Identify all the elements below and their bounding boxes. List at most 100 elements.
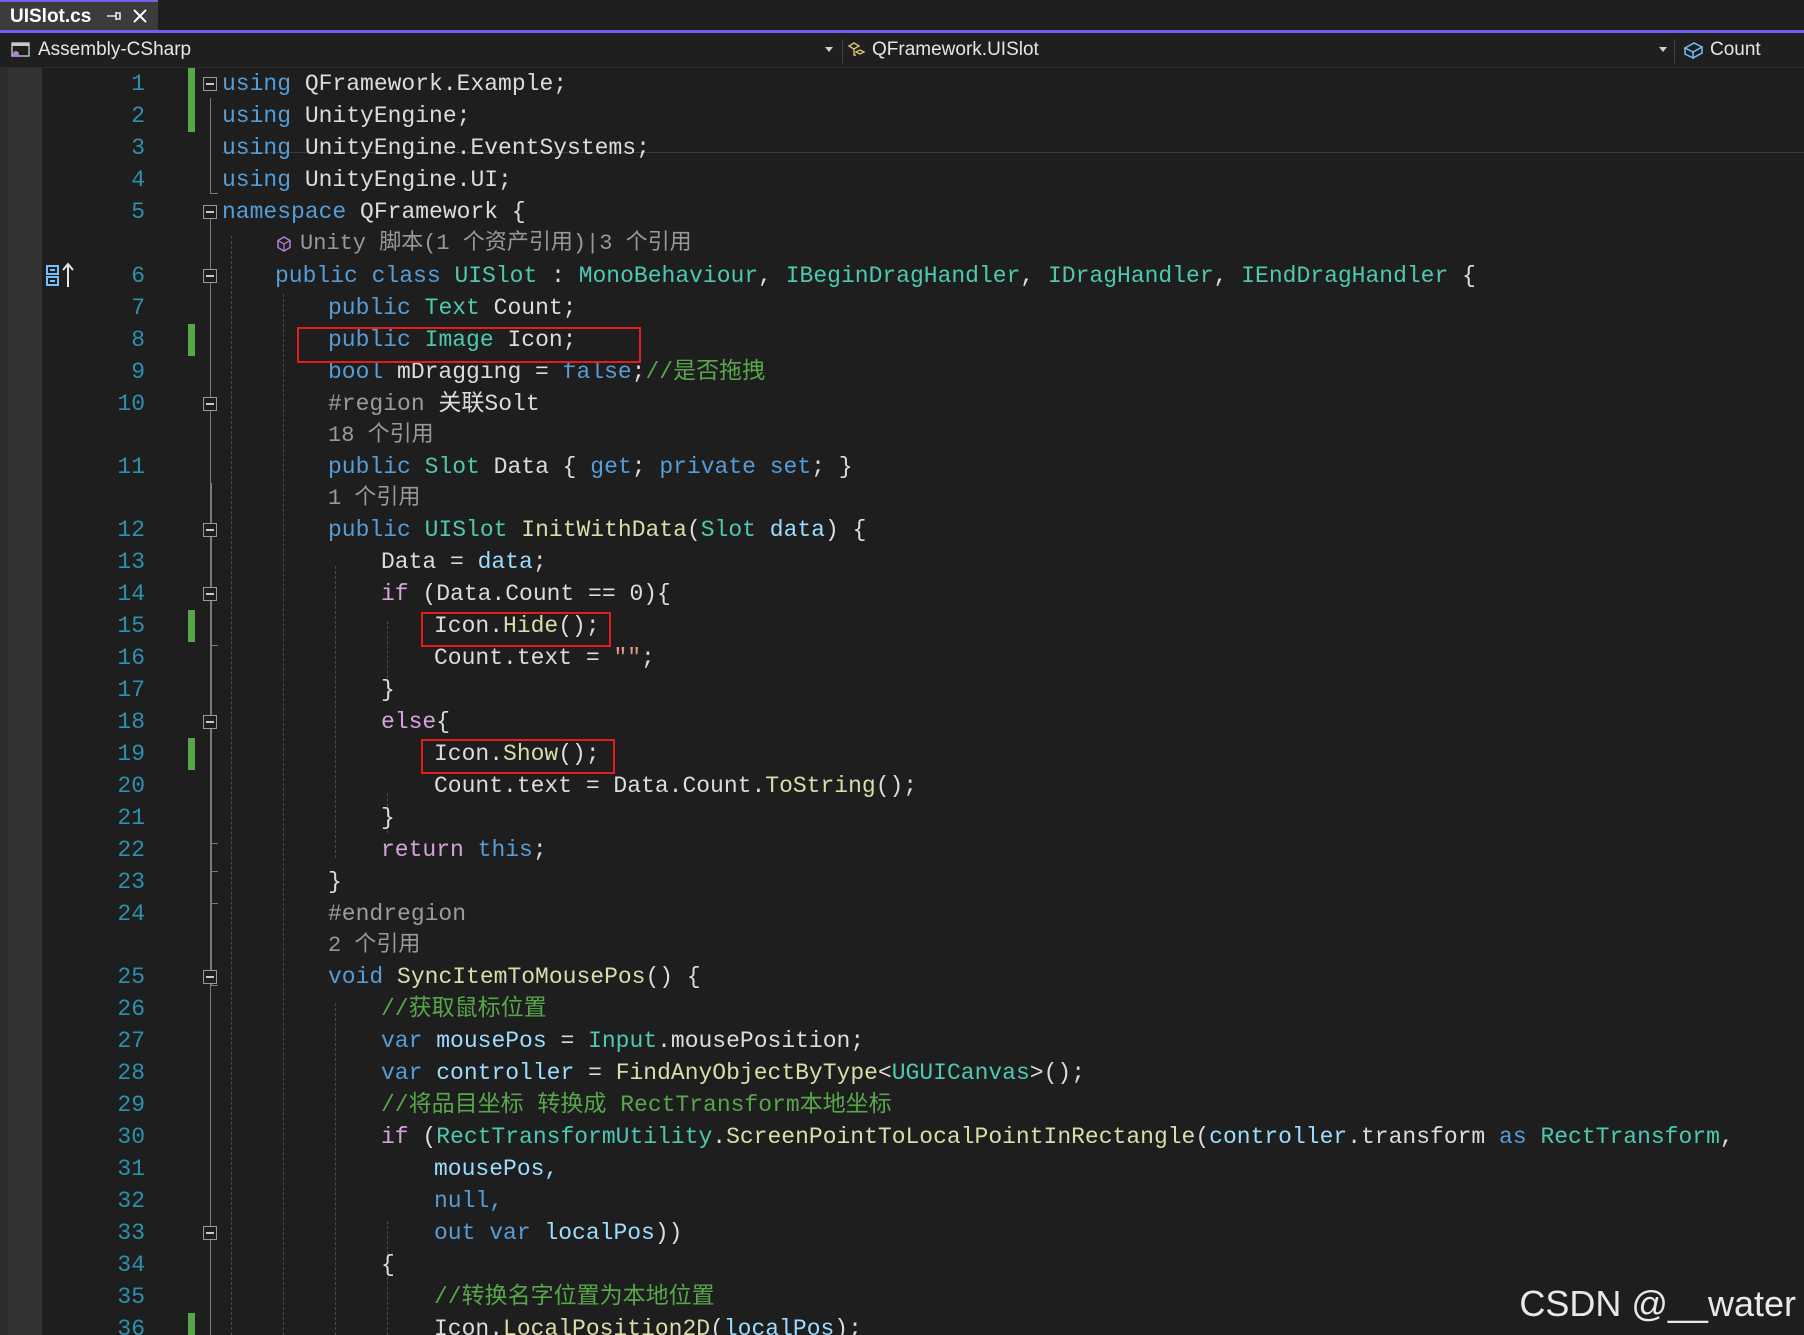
close-icon[interactable] bbox=[130, 6, 150, 26]
code-line[interactable]: 12 public UISlot InitWithData(Slot data)… bbox=[0, 514, 1804, 546]
code-text: public Slot Data { get; private set; } bbox=[328, 454, 853, 480]
code-text: public Text Count; bbox=[328, 295, 577, 321]
code-line[interactable]: 11 public Slot Data { get; private set; … bbox=[0, 451, 1804, 483]
type-label: QFramework.UISlot bbox=[872, 39, 1039, 60]
code-line[interactable]: 1 using QFramework.Example; bbox=[0, 68, 1804, 100]
code-line[interactable]: 18 else{ bbox=[0, 706, 1804, 738]
code-text: void SyncItemToMousePos() { bbox=[328, 964, 701, 990]
code-line[interactable]: 8 public Image Icon; bbox=[0, 324, 1804, 356]
code-line[interactable]: 32 null, bbox=[0, 1185, 1804, 1217]
highlight-box bbox=[297, 327, 641, 363]
code-text: using UnityEngine; bbox=[222, 103, 471, 129]
code-text: } bbox=[381, 677, 395, 703]
highlight-box bbox=[421, 612, 611, 647]
line-number: 11 bbox=[117, 454, 145, 480]
code-text: //将品目坐标 转换成 RectTransform本地坐标 bbox=[381, 1092, 892, 1118]
code-line[interactable]: 4 using UnityEngine.UI; bbox=[0, 164, 1804, 196]
code-line[interactable]: 14 if (Data.Count == 0){ bbox=[0, 578, 1804, 610]
line-number: 14 bbox=[117, 581, 145, 607]
pin-icon[interactable] bbox=[104, 7, 122, 25]
code-line[interactable]: 23 } bbox=[0, 866, 1804, 898]
code-text: var controller = FindAnyObjectByType<UGU… bbox=[381, 1060, 1085, 1086]
field-icon bbox=[1683, 42, 1704, 60]
project-dropdown[interactable]: Assembly-CSharp bbox=[8, 35, 838, 63]
code-text: using UnityEngine.UI; bbox=[222, 167, 512, 193]
collapse-icon[interactable] bbox=[203, 523, 217, 537]
collapse-icon[interactable] bbox=[203, 715, 217, 729]
code-text: if (Data.Count == 0){ bbox=[381, 581, 671, 607]
codelens-line[interactable]: 1 个引用 bbox=[0, 483, 1804, 514]
code-line[interactable]: 30 if (RectTransformUtility.ScreenPointT… bbox=[0, 1121, 1804, 1153]
code-line[interactable]: 28 var controller = FindAnyObjectByType<… bbox=[0, 1057, 1804, 1089]
code-line[interactable]: 17 } bbox=[0, 674, 1804, 706]
document-tab[interactable]: UISlot.cs bbox=[0, 0, 158, 31]
navigation-bar: Assembly-CSharp QFramework.UISlot Count bbox=[0, 33, 1804, 68]
type-dropdown[interactable]: QFramework.UISlot bbox=[846, 35, 1670, 63]
code-line[interactable]: 10 #region 关联Solt bbox=[0, 388, 1804, 420]
collapse-icon[interactable] bbox=[203, 77, 217, 91]
code-text: out var localPos)) bbox=[434, 1220, 683, 1246]
line-number: 1 bbox=[131, 71, 145, 97]
line-number: 28 bbox=[117, 1060, 145, 1086]
code-line[interactable]: 13 Data = data; bbox=[0, 546, 1804, 578]
collapse-icon[interactable] bbox=[203, 205, 217, 219]
code-line[interactable]: 29 //将品目坐标 转换成 RectTransform本地坐标 bbox=[0, 1089, 1804, 1121]
line-number: 31 bbox=[117, 1156, 145, 1182]
code-line[interactable]: 20 Count.text = Data.Count.ToString(); bbox=[0, 770, 1804, 802]
member-dropdown[interactable]: Count bbox=[1680, 35, 1804, 63]
code-line[interactable]: 2 using UnityEngine; bbox=[0, 100, 1804, 132]
code-line[interactable]: 9 bool mDragging = false;//是否拖拽 bbox=[0, 356, 1804, 388]
code-line[interactable]: 26 //获取鼠标位置 bbox=[0, 993, 1804, 1025]
code-text: //转换名字位置为本地位置 bbox=[434, 1284, 715, 1310]
collapse-icon[interactable] bbox=[203, 970, 217, 984]
line-number: 27 bbox=[117, 1028, 145, 1054]
code-text: namespace QFramework { bbox=[222, 199, 526, 225]
change-indicator bbox=[188, 68, 195, 100]
code-line[interactable]: 6 public class UISlot : MonoBehaviour, I… bbox=[0, 260, 1804, 292]
code-line[interactable]: 33 out var localPos)) bbox=[0, 1217, 1804, 1249]
line-number: 30 bbox=[117, 1124, 145, 1150]
code-line[interactable]: 15 Icon.Hide(); bbox=[0, 610, 1804, 642]
change-indicator bbox=[188, 1313, 195, 1335]
code-text: using QFramework.Example; bbox=[222, 71, 568, 97]
codelens-text: Unity 脚本(1 个资产引用)|3 个引用 bbox=[300, 231, 692, 256]
code-line[interactable]: 31 mousePos, bbox=[0, 1153, 1804, 1185]
code-line[interactable]: 25 void SyncItemToMousePos() { bbox=[0, 961, 1804, 993]
code-line[interactable]: 22 return this; bbox=[0, 834, 1804, 866]
change-indicator bbox=[188, 100, 195, 132]
line-number: 24 bbox=[117, 901, 145, 927]
line-number: 29 bbox=[117, 1092, 145, 1118]
code-text: else{ bbox=[381, 709, 451, 735]
code-text: //获取鼠标位置 bbox=[381, 996, 547, 1022]
code-line[interactable]: 3 using UnityEngine.EventSystems; bbox=[0, 132, 1804, 164]
code-line[interactable]: 24 #endregion bbox=[0, 898, 1804, 930]
chevron-down-icon bbox=[825, 47, 833, 52]
codelens-line[interactable]: Unity 脚本(1 个资产引用)|3 个引用 bbox=[0, 228, 1804, 259]
collapse-icon[interactable] bbox=[203, 397, 217, 411]
collapse-icon[interactable] bbox=[203, 269, 217, 283]
class-icon bbox=[847, 42, 866, 56]
codelens-line[interactable]: 18 个引用 bbox=[0, 420, 1804, 451]
code-line[interactable]: 16 Count.text = ""; bbox=[0, 642, 1804, 674]
code-line[interactable]: 27 var mousePos = Input.mousePosition; bbox=[0, 1025, 1804, 1057]
code-editor[interactable]: 1 using QFramework.Example; 2 using Unit… bbox=[0, 68, 1804, 1335]
collapse-icon[interactable] bbox=[203, 1226, 217, 1240]
code-text: public UISlot InitWithData(Slot data) { bbox=[328, 517, 867, 543]
codelens-text: 2 个引用 bbox=[328, 933, 421, 958]
code-line[interactable]: 5 namespace QFramework { bbox=[0, 196, 1804, 228]
change-indicator bbox=[188, 324, 195, 356]
code-text: } bbox=[328, 869, 342, 895]
code-text: null, bbox=[434, 1188, 504, 1214]
code-text: var mousePos = Input.mousePosition; bbox=[381, 1028, 865, 1054]
code-line[interactable]: 21 } bbox=[0, 802, 1804, 834]
line-number: 36 bbox=[117, 1316, 145, 1335]
unity-icon bbox=[277, 236, 291, 252]
code-line[interactable]: 34 { bbox=[0, 1249, 1804, 1281]
code-line[interactable]: 7 public Text Count; bbox=[0, 292, 1804, 324]
line-number: 18 bbox=[117, 709, 145, 735]
code-text: #region 关联Solt bbox=[328, 391, 540, 417]
code-text: if (RectTransformUtility.ScreenPointToLo… bbox=[381, 1124, 1734, 1150]
collapse-icon[interactable] bbox=[203, 587, 217, 601]
codelens-line[interactable]: 2 个引用 bbox=[0, 930, 1804, 961]
code-line[interactable]: 19 Icon.Show(); bbox=[0, 738, 1804, 770]
